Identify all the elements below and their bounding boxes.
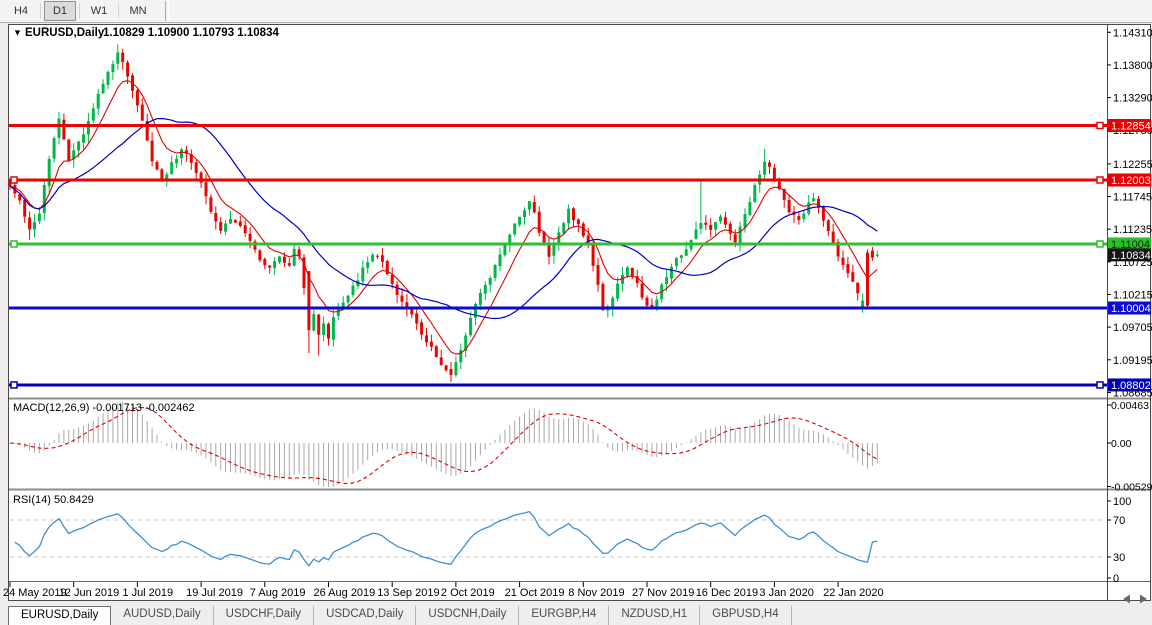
svg-text:1.11235: 1.11235	[1113, 224, 1152, 236]
chart-tab-nzdusd-h1[interactable]: NZDUSD,H1	[609, 606, 700, 625]
svg-text:24 May 2019: 24 May 2019	[3, 587, 67, 599]
svg-text:19 Jul 2019: 19 Jul 2019	[186, 587, 243, 599]
chart-tab-eurgbp-h4[interactable]: EURGBP,H4	[519, 606, 609, 625]
svg-text:1.09705: 1.09705	[1113, 322, 1152, 334]
line-handle-right[interactable]	[1097, 177, 1103, 183]
chart-tab-audusd-daily[interactable]: AUDUSD,Daily	[111, 606, 213, 625]
price-badge-1.12003: 1.12003	[1111, 175, 1151, 187]
line-handle-right[interactable]	[1097, 382, 1103, 388]
svg-text:0.00: 0.00	[1111, 438, 1132, 450]
chart-tabs: EURUSD,DailyAUDUSD,DailyUSDCHF,DailyUSDC…	[8, 606, 792, 625]
svg-text:30: 30	[1113, 552, 1125, 564]
svg-text:1.10215: 1.10215	[1113, 289, 1152, 301]
chart-tab-usdcnh-daily[interactable]: USDCNH,Daily	[416, 606, 519, 625]
chart-tab-usdchf-daily[interactable]: USDCHF,Daily	[214, 606, 314, 625]
svg-text:1.13290: 1.13290	[1113, 93, 1152, 105]
chart-tab-usdcad-daily[interactable]: USDCAD,Daily	[314, 606, 416, 625]
price-badge-1.12854: 1.12854	[1111, 121, 1151, 133]
svg-text:7 Aug 2019: 7 Aug 2019	[250, 587, 306, 599]
macd-label: MACD(12,26,9) -0.001713 -0.002462	[13, 402, 195, 414]
line-handle-right[interactable]	[1097, 123, 1103, 129]
svg-text:13 Sep 2019: 13 Sep 2019	[377, 587, 439, 599]
svg-text:1.13800: 1.13800	[1113, 60, 1152, 72]
svg-text:0: 0	[1113, 573, 1119, 585]
svg-text:1.14310: 1.14310	[1113, 27, 1152, 39]
chart-title-symbol: EURUSD,Daily	[25, 27, 105, 39]
price-badge-1.10004: 1.10004	[1111, 303, 1151, 315]
svg-text:22 Jan 2020: 22 Jan 2020	[823, 587, 884, 599]
svg-text:8 Nov 2019: 8 Nov 2019	[568, 587, 624, 599]
svg-text:12 Jun 2019: 12 Jun 2019	[59, 587, 120, 599]
line-handle-left[interactable]	[11, 177, 17, 183]
svg-text:26 Aug 2019: 26 Aug 2019	[314, 587, 376, 599]
svg-text:0.00463: 0.00463	[1111, 400, 1149, 412]
svg-text:1.09195: 1.09195	[1113, 355, 1152, 367]
chart-tab-gbpusd-h4[interactable]: GBPUSD,H4	[700, 606, 791, 625]
line-handle-left[interactable]	[11, 382, 17, 388]
svg-text:1.12255: 1.12255	[1113, 159, 1152, 171]
svg-text:21 Oct 2019: 21 Oct 2019	[505, 587, 565, 599]
svg-text:70: 70	[1113, 515, 1125, 527]
svg-text:1 Jul 2019: 1 Jul 2019	[122, 587, 173, 599]
svg-text:27 Nov 2019: 27 Nov 2019	[632, 587, 694, 599]
price-badge-1.10834: 1.10834	[1111, 250, 1151, 262]
svg-text:3 Jan 2020: 3 Jan 2020	[759, 587, 813, 599]
chart-title-ohlc: 1.10829 1.10900 1.10793 1.10834	[103, 27, 279, 39]
svg-text:2 Oct 2019: 2 Oct 2019	[441, 587, 495, 599]
svg-text:-0.005299: -0.005299	[1111, 482, 1152, 494]
chart-dropdown-icon[interactable]: ▼	[13, 28, 22, 38]
rsi-label: RSI(14) 50.8429	[13, 494, 94, 506]
svg-text:16 Dec 2019: 16 Dec 2019	[696, 587, 758, 599]
rsi-pane[interactable]	[9, 491, 1107, 580]
line-handle-left[interactable]	[11, 241, 17, 247]
line-handle-right[interactable]	[1097, 241, 1103, 247]
chart-window: 1.143101.138001.132901.127801.122551.117…	[0, 0, 1152, 625]
price-badge-1.08802: 1.08802	[1111, 380, 1151, 392]
svg-text:100: 100	[1113, 496, 1131, 508]
chart-tab-eurusd-daily[interactable]: EURUSD,Daily	[8, 606, 111, 625]
main-chart-pane[interactable]	[9, 25, 1107, 398]
svg-text:1.11745: 1.11745	[1113, 192, 1152, 204]
